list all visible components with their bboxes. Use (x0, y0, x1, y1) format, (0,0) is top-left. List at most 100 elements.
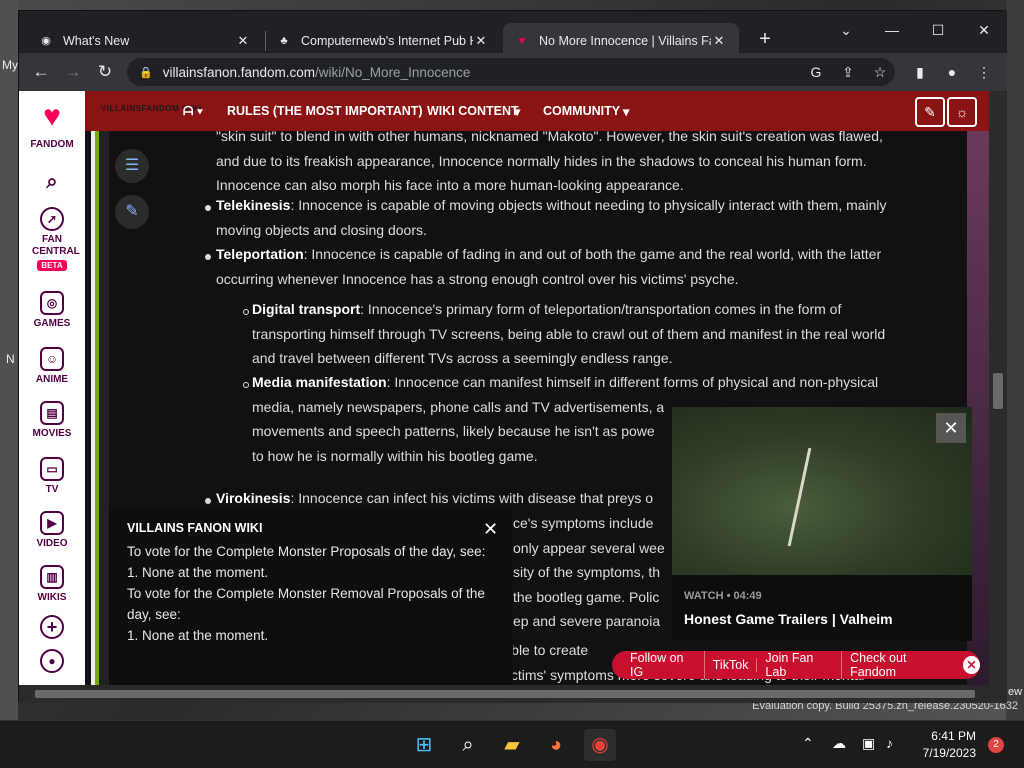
tab-search-button[interactable]: ⌄ (823, 15, 869, 45)
horizontal-scrollbar[interactable] (19, 685, 989, 703)
side-panel-icon[interactable]: ▮ (909, 61, 931, 83)
user-account-button[interactable]: ● (19, 649, 85, 676)
check-out-fandom-link[interactable]: Check out Fandom (842, 651, 957, 679)
nav-wiki-content[interactable]: WIKI CONTENT (427, 104, 519, 118)
article-text: transporting himself through TV screens,… (252, 325, 886, 342)
article-text: occurring whenever Innocence has a stron… (216, 270, 739, 287)
fandom-heart-icon: ♥ (43, 100, 61, 133)
profile-icon[interactable]: ● (941, 61, 963, 83)
close-icon[interactable]: ✕ (483, 519, 498, 540)
notice-line: To vote for the Complete Monster Removal… (127, 586, 485, 601)
create-wiki-button[interactable]: + (19, 615, 85, 642)
theme-toggle-icon[interactable]: ☼ (947, 97, 977, 127)
reload-button[interactable]: ↻ (91, 58, 119, 86)
wiki-background-art (85, 131, 109, 703)
minimize-button[interactable]: — (869, 15, 915, 45)
video-frame-detail (787, 447, 812, 547)
notice-line: 1. None at the moment. (127, 628, 269, 643)
nav-community[interactable]: COMMUNITY (543, 104, 620, 118)
firefox-icon[interactable]: ◕ (540, 729, 572, 761)
start-icon[interactable]: ⊞ (408, 729, 440, 761)
rail-tv[interactable]: ▭ TV (19, 457, 85, 495)
search-icon[interactable]: ⌕ (452, 729, 484, 761)
beta-badge: BETA (37, 260, 67, 271)
menu-icon[interactable]: ⋮ (973, 61, 995, 83)
volume-icon[interactable]: ♪ (886, 735, 893, 751)
rail-video[interactable]: ▶ VIDEO (19, 511, 85, 549)
follow-ig-link[interactable]: Follow on IG (622, 651, 705, 679)
lock-icon[interactable]: 🔒 (139, 66, 153, 79)
pub-icon: ♣ (280, 35, 288, 47)
user-icon: ● (40, 649, 64, 673)
vertical-scrollbar[interactable] (989, 91, 1007, 703)
rail-video-label: VIDEO (36, 538, 68, 549)
clock-date[interactable]: 7/19/2023 (918, 746, 976, 760)
chrome-icon: ◉ (41, 35, 51, 47)
rail-fan-central[interactable]: ➚ FAN CENTRAL BETA (19, 207, 85, 271)
tiktok-link[interactable]: TikTok (705, 658, 758, 672)
social-follow-bar: Follow on IG TikTok Join Fan Lab Check o… (612, 651, 980, 679)
video-player[interactable]: ✕ WATCH • 04:49 Honest Game Trailers | V… (672, 407, 972, 641)
close-tab-icon[interactable]: ✕ (711, 33, 727, 49)
cloud-icon[interactable]: ☁ (832, 735, 846, 752)
new-tab-button[interactable]: + (751, 25, 779, 53)
rail-tv-label: TV (45, 484, 59, 495)
forward-button[interactable]: → (59, 58, 87, 86)
clock-time[interactable]: 6:41 PM (930, 729, 976, 743)
bookmark-star-icon[interactable]: ☆ (869, 61, 891, 83)
close-icon[interactable]: ✕ (936, 413, 966, 443)
close-icon[interactable]: ✕ (963, 656, 980, 674)
rail-wikis[interactable]: ▥ WIKIS (19, 565, 85, 603)
search-icon[interactable]: ⌕ (19, 171, 85, 194)
close-tab-icon[interactable]: ✕ (473, 33, 489, 49)
article-paragraph: "skin suit" to blend in with other human… (216, 131, 956, 198)
network-icon[interactable]: ▣ (862, 735, 875, 752)
chevron-up-icon[interactable]: ⌃ (802, 735, 814, 752)
edit-pencil-icon[interactable]: ✎ (115, 195, 149, 229)
list-bullet (243, 382, 249, 388)
discussions-icon[interactable]: ✎ (915, 97, 945, 127)
nav-rules[interactable]: RULES (THE MOST IMPORTANT) (227, 104, 423, 118)
scrollbar-thumb[interactable] (993, 373, 1003, 409)
chrome-icon[interactable]: ◉ (584, 729, 616, 761)
desktop-icon-label: My (2, 58, 18, 72)
rail-movies[interactable]: ▤ MOVIES (19, 401, 85, 439)
close-window-button[interactable]: ✕ (961, 15, 1007, 45)
maximize-button[interactable]: ☐ (915, 15, 961, 45)
share-icon[interactable]: ⇪ (837, 61, 859, 83)
desktop-icon-label: ew (1008, 686, 1023, 698)
fandom-icon: ♥ (518, 35, 526, 47)
tab-title: What's New (63, 34, 130, 48)
fandom-global-nav: ♥ FANDOM ⌕ ➚ FAN CENTRAL BETA ◎ GAMES ☺ … (19, 91, 85, 703)
tab-title: No More Innocence | Villains Fan (539, 34, 711, 48)
play-icon: ▶ (40, 511, 64, 535)
scrollbar-thumb[interactable] (35, 690, 975, 698)
rail-anime[interactable]: ☺ ANIME (19, 347, 85, 385)
article-text: : Innocence is capable of fading in and … (303, 246, 882, 262)
fandom-logo[interactable]: ♥ FANDOM (19, 99, 85, 150)
chevron-down-icon[interactable]: ▾ (514, 104, 520, 119)
close-tab-icon[interactable]: ✕ (235, 33, 251, 49)
clapperboard-icon: ▤ (40, 401, 64, 425)
article-text: : Innocence's primary form of teleportat… (360, 301, 842, 317)
explore-menu[interactable]: ᗩ ▾ (183, 104, 203, 119)
notification-badge[interactable]: 2 (988, 737, 1004, 753)
video-frame[interactable] (672, 407, 972, 575)
back-button[interactable]: ← (27, 58, 55, 86)
google-lens-icon[interactable]: G (805, 61, 827, 83)
article-text: moving objects and closing doors. (216, 221, 427, 238)
rail-games[interactable]: ◎ GAMES (19, 291, 85, 329)
fan-lab-link[interactable]: Join Fan Lab (757, 651, 843, 679)
article-text: and travel between different TVs across … (252, 350, 673, 366)
rail-fan-central-label: FAN CENTRAL (32, 234, 80, 257)
address-bar[interactable]: 🔒 villainsfanon.fandom.com /wiki/No_More… (127, 58, 895, 86)
table-of-contents-icon[interactable]: ☰ (115, 149, 149, 183)
fandom-brand-label: FANDOM (30, 139, 74, 150)
url-path: /wiki/No_More_Innocence (315, 64, 471, 80)
video-title[interactable]: Honest Game Trailers | Valheim (684, 611, 893, 627)
chrome-window: ◉ What's New ✕ ♣ Computernewb's Internet… (18, 10, 1007, 703)
chevron-down-icon[interactable]: ▾ (623, 104, 629, 119)
gamepad-icon: ◎ (40, 291, 64, 315)
page-viewport: ♥ FANDOM ⌕ ➚ FAN CENTRAL BETA ◎ GAMES ☺ … (19, 91, 1007, 703)
file-explorer-icon[interactable]: ▰ (496, 729, 528, 761)
